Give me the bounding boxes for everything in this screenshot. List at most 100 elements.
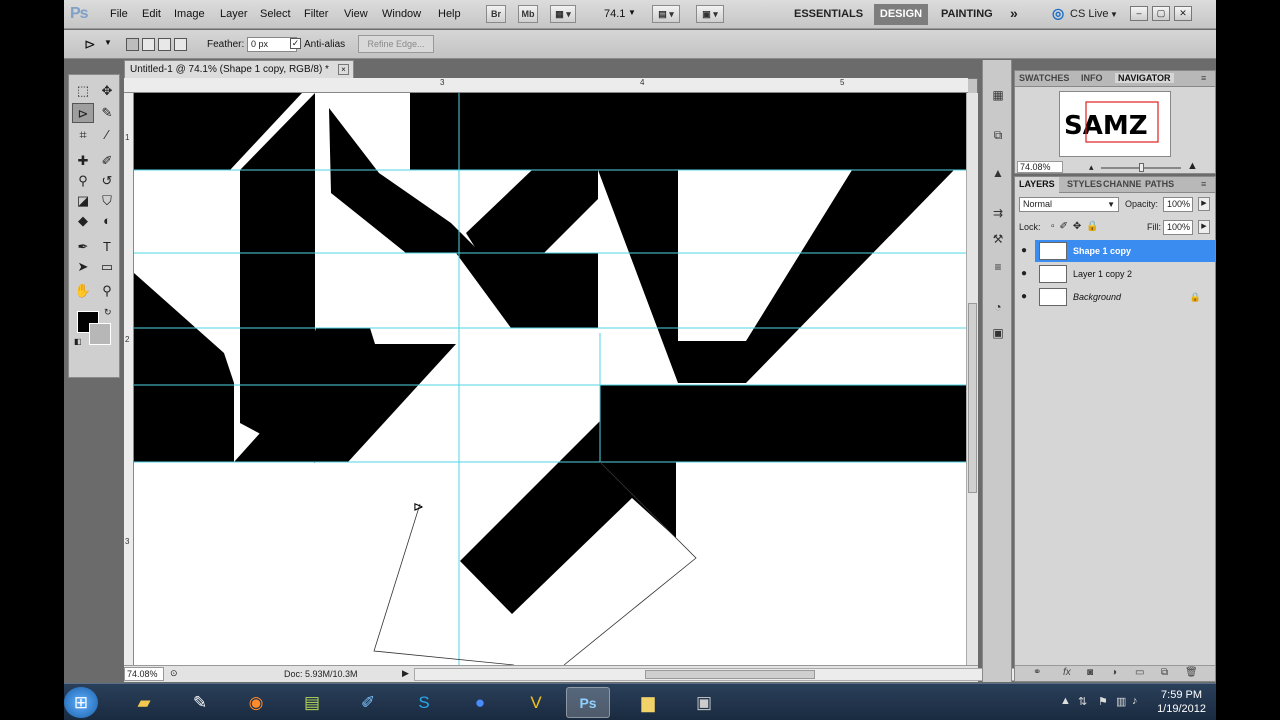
canvas[interactable]: ⊳ (134, 93, 966, 665)
add-mask-icon[interactable]: ◙ (1087, 667, 1093, 678)
start-button[interactable]: ⊞ (64, 687, 98, 718)
new-selection-icon[interactable] (126, 38, 139, 51)
workspace-painting[interactable]: PAINTING (941, 8, 993, 20)
fill-input[interactable]: 100% (1163, 220, 1193, 235)
folder-icon[interactable]: ▆ (626, 687, 670, 718)
lock-options-icons[interactable]: ▫✐✥🔒 (1051, 221, 1104, 232)
zoom-level[interactable]: 74.1 (604, 8, 625, 20)
tab-info[interactable]: INFO (1081, 73, 1103, 83)
vertical-scrollbar[interactable] (966, 93, 978, 665)
minimize-button[interactable]: ‒ (1130, 6, 1148, 21)
tool-preset-dropdown-icon[interactable]: ▼ (104, 38, 112, 47)
crop-tool-icon[interactable]: ⌗ (72, 125, 94, 145)
eraser-tool-icon[interactable]: ◪ (72, 191, 94, 211)
cs-live-label[interactable]: CS Live (1070, 8, 1109, 20)
restore-button[interactable]: ▢ (1152, 6, 1170, 21)
add-to-selection-icon[interactable] (142, 38, 155, 51)
brush-tool-icon[interactable]: ✐ (96, 151, 118, 171)
path-selection-tool-icon[interactable]: ➤ (72, 257, 94, 277)
mini-bridge-button[interactable]: Mb (518, 5, 538, 23)
rectangle-tool-icon[interactable]: ▭ (96, 257, 118, 277)
tab-channels[interactable]: CHANNE (1103, 179, 1142, 189)
video-icon[interactable]: ▣ (682, 687, 726, 718)
menu-window[interactable]: Window (382, 8, 421, 20)
more-workspaces-icon[interactable]: » (1010, 5, 1018, 21)
status-zoom-field[interactable]: 74.08% (124, 667, 164, 681)
trash-icon[interactable]: 🗑 (1185, 667, 1198, 678)
eyedropper-tool-icon[interactable]: ⁄ (96, 125, 118, 145)
new-group-icon[interactable]: ▭ (1135, 667, 1144, 678)
fill-arrow-icon[interactable]: ▶ (1198, 220, 1210, 234)
background-color-swatch[interactable] (89, 323, 111, 345)
history-icon[interactable]: ⧉ (989, 126, 1007, 144)
flag-icon[interactable]: ⚑ (1098, 695, 1108, 708)
antialias-checkbox[interactable]: ✓ (290, 38, 301, 49)
menu-file[interactable]: File (110, 8, 128, 20)
blur-tool-icon[interactable]: ◆ (72, 211, 94, 231)
cs-live-dropdown-icon[interactable]: ▼ (1110, 10, 1118, 19)
refine-edge-button[interactable]: Refine Edge... (358, 35, 434, 53)
status-info-icon[interactable]: ⊙ (170, 668, 178, 679)
layer-row[interactable]: Shape 1 copy (1035, 240, 1215, 262)
layer-row[interactable]: Layer 1 copy 2 (1035, 263, 1215, 285)
screen-mode-button[interactable]: ▣ ▾ (696, 5, 724, 23)
cs-live-icon[interactable]: ◎ (1052, 5, 1064, 22)
volume-icon[interactable]: ♪ (1132, 695, 1138, 707)
workspace-design[interactable]: DESIGN (874, 4, 928, 25)
dodge-tool-icon[interactable]: ◐ (96, 211, 118, 231)
link-layers-icon[interactable]: ⚭ (1033, 667, 1041, 678)
panel-menu-icon[interactable]: ≡ (1201, 73, 1206, 83)
menu-image[interactable]: Image (174, 8, 205, 20)
panel-menu-icon[interactable]: ≡ (1201, 179, 1206, 189)
show-hidden-icons-icon[interactable]: ▲ (1060, 695, 1071, 707)
history-brush-tool-icon[interactable]: ↺ (96, 171, 118, 191)
blend-mode-select[interactable]: Normal ▼ (1019, 197, 1119, 212)
menu-select[interactable]: Select (260, 8, 291, 20)
network-icon[interactable]: ⇅ (1078, 695, 1087, 708)
navigator-zoom-field[interactable]: 74.08% (1017, 161, 1063, 173)
tab-styles[interactable]: STYLES (1067, 179, 1102, 189)
tab-navigator[interactable]: NAVIGATOR (1115, 73, 1174, 83)
zoom-out-icon[interactable]: ▴ (1089, 162, 1094, 173)
workspace-essentials[interactable]: ESSENTIALS (794, 8, 863, 20)
tab-paths[interactable]: PATHS (1145, 179, 1174, 189)
document-tab[interactable]: Untitled-1 @ 74.1% (Shape 1 copy, RGB/8)… (124, 60, 354, 78)
menu-layer[interactable]: Layer (220, 8, 248, 20)
notepad-icon[interactable]: ▤ (290, 687, 334, 718)
quick-selection-tool-icon[interactable]: ✎ (96, 103, 118, 123)
layer-row[interactable]: Background 🔒 (1035, 286, 1215, 308)
horizontal-scrollbar[interactable] (414, 668, 1026, 681)
tab-layers[interactable]: LAYERS (1015, 177, 1059, 193)
navigator-zoom-slider-handle[interactable] (1139, 163, 1144, 172)
mini-bridge-icon[interactable]: ▦ (989, 86, 1007, 104)
menu-edit[interactable]: Edit (142, 8, 161, 20)
zoom-dropdown-icon[interactable]: ▼ (628, 8, 636, 17)
system-clock[interactable]: 7:59 PM 1/19/2012 (1157, 688, 1206, 716)
tool-presets-icon[interactable]: ⚒ (989, 230, 1007, 248)
network-status-icon[interactable]: ▥ (1116, 695, 1126, 708)
pen-tool-icon[interactable]: ✒ (72, 237, 94, 257)
bridge-button[interactable]: Br (486, 5, 506, 23)
vertical-scroll-thumb[interactable] (968, 303, 977, 493)
tab-swatches[interactable]: SWATCHES (1019, 73, 1069, 83)
arrange-documents-button[interactable]: ▤ ▾ (652, 5, 680, 23)
opacity-input[interactable]: 100% (1163, 197, 1193, 212)
intersect-selection-icon[interactable] (174, 38, 187, 51)
new-layer-icon[interactable]: ⧉ (1161, 667, 1168, 678)
close-window-button[interactable]: ✕ (1174, 6, 1192, 21)
paint-bucket-tool-icon[interactable]: ⛉ (96, 191, 118, 211)
hand-tool-icon[interactable]: ✋ (72, 281, 94, 301)
close-document-icon[interactable]: × (338, 64, 349, 75)
adjustments-icon[interactable]: ◔ (989, 298, 1007, 316)
status-menu-arrow-icon[interactable]: ▶ (402, 668, 409, 679)
horizontal-scroll-thumb[interactable] (645, 670, 815, 679)
eye-icon[interactable]: ● (1017, 263, 1031, 285)
zoom-tool-icon[interactable]: ⚲ (96, 281, 118, 301)
default-colors-icon[interactable]: ◧ (74, 337, 82, 346)
menu-view[interactable]: View (344, 8, 368, 20)
eye-icon[interactable]: ● (1017, 286, 1031, 308)
firefox-icon[interactable]: ◉ (234, 687, 278, 718)
menu-help[interactable]: Help (438, 8, 461, 20)
view-extras-button[interactable]: ▦ ▾ (550, 5, 576, 23)
polygonal-lasso-tool-icon[interactable]: ⊳ (72, 103, 94, 123)
